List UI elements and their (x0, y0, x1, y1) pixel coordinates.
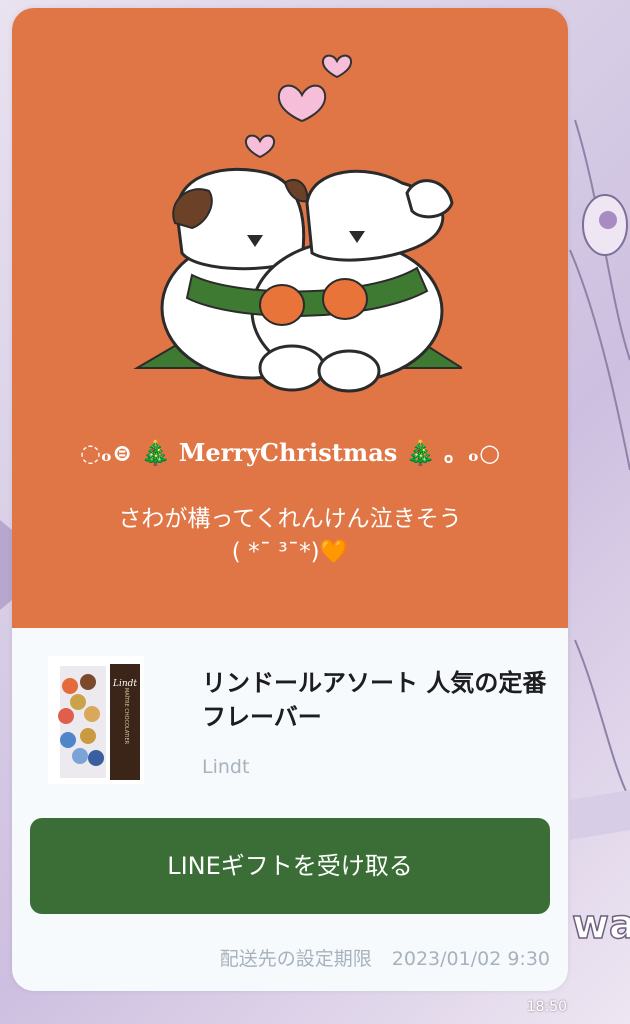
merry-christmas-line: ◌ₒ⊜ 🎄 MerryChristmas 🎄 。ₒ○ (12, 433, 568, 468)
product-info[interactable]: Lindt MAÎTRE CHOCOLATIER リンドールアソート 人気の定番… (12, 628, 568, 818)
product-thumbnail[interactable]: Lindt MAÎTRE CHOCOLATIER (48, 656, 144, 784)
two-dogs-scarf-illustration (133, 54, 462, 393)
thumb-line-text: MAÎTRE CHOCOLATIER (123, 688, 130, 745)
deadline-date: 2023/01/02 9:30 (391, 948, 550, 970)
left-tree-icon: 🎄 (140, 439, 171, 467)
receive-gift-button[interactable]: LINEギフトを受け取る (30, 818, 550, 914)
kaomoji: ( *¯ ³¯*) (231, 539, 320, 565)
right-tree-icon: 🎄 (405, 439, 436, 467)
right-decoration: 。ₒ○ (443, 438, 501, 467)
svg-text:wa: wa (572, 902, 630, 948)
delivery-deadline: 配送先の設定期限 2023/01/02 9:30 (220, 944, 550, 971)
gift-message-card: ◌ₒ⊜ 🎄 MerryChristmas 🎄 。ₒ○ さわが構ってくれんけん泣き… (12, 8, 568, 991)
product-title[interactable]: リンドールアソート 人気の定番フレーバー (202, 666, 557, 734)
greeting-text: MerryChristmas (178, 438, 398, 467)
orange-heart-icon: 🧡 (319, 539, 349, 565)
message-line-2: ( *¯ ³¯*)🧡 (32, 536, 548, 569)
product-brand: Lindt (202, 756, 250, 778)
deadline-label: 配送先の設定期限 (219, 948, 372, 970)
card-header-orange: ◌ₒ⊜ 🎄 MerryChristmas 🎄 。ₒ○ さわが構ってくれんけん泣き… (12, 8, 568, 628)
personal-message: さわが構ってくれんけん泣きそう ( *¯ ³¯*)🧡 (32, 503, 548, 569)
status-time: 18:50 (526, 999, 567, 1015)
left-decoration: ◌ₒ⊜ (79, 438, 133, 467)
message-line-1: さわが構ってくれんけん泣きそう (118, 506, 462, 532)
